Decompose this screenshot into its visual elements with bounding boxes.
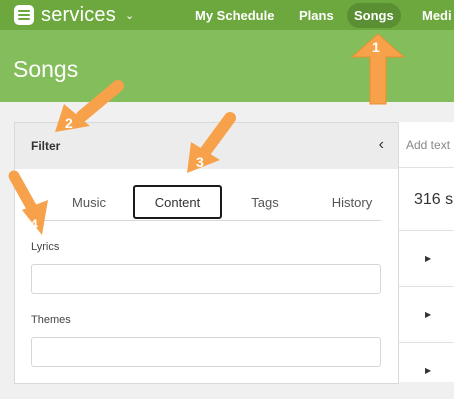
tab-music[interactable]: Music: [45, 186, 133, 220]
filter-title: Filter: [31, 139, 61, 153]
themes-input[interactable]: [31, 337, 381, 367]
caret-right-icon: ▶: [425, 254, 432, 263]
filter-header: Filter ‹: [15, 123, 398, 169]
tab-tags[interactable]: Tags: [222, 186, 308, 220]
nav-label-my-schedule: My Schedule: [195, 7, 275, 23]
caret-right-icon: ▶: [425, 310, 432, 319]
lyrics-label: Lyrics: [31, 241, 60, 253]
caret-right-icon: ▶: [425, 366, 432, 375]
top-nav-bar: services ⌄ My Schedule Plans Songs Medi: [0, 0, 454, 30]
nav-item-plans[interactable]: Plans: [292, 0, 341, 30]
services-logo-icon: [14, 5, 34, 25]
page-title: Songs: [13, 56, 79, 82]
app-switcher[interactable]: services ⌄: [14, 3, 134, 27]
page-header: Songs: [0, 30, 454, 102]
tab-content[interactable]: Content: [133, 185, 222, 219]
nav-label-songs: Songs: [347, 2, 401, 28]
lyrics-input[interactable]: [31, 264, 381, 294]
filter-tabs: Music Content Tags History: [31, 185, 381, 221]
nav-label-media: Medi: [422, 7, 452, 23]
nav-label-plans: Plans: [299, 7, 334, 23]
app-name: services: [41, 3, 116, 26]
themes-label: Themes: [31, 314, 71, 326]
nav-item-songs[interactable]: Songs: [347, 0, 401, 30]
song-count: 316 s: [414, 191, 454, 208]
filter-panel: Filter ‹ Music Content Tags History Lyri…: [14, 122, 399, 384]
nav-item-media[interactable]: Medi: [415, 0, 454, 30]
list-item[interactable]: ▶: [399, 230, 454, 287]
nav-item-my-schedule[interactable]: My Schedule: [188, 0, 281, 30]
tab-history[interactable]: History: [308, 186, 396, 220]
list-item[interactable]: ▶: [399, 342, 454, 399]
chevron-left-icon[interactable]: ‹: [379, 136, 384, 154]
songs-list: 316 s ▶ ▶ ▶: [398, 122, 454, 382]
search-input[interactable]: [399, 122, 454, 168]
list-item[interactable]: ▶: [399, 286, 454, 343]
chevron-down-icon: ⌄: [124, 9, 135, 22]
